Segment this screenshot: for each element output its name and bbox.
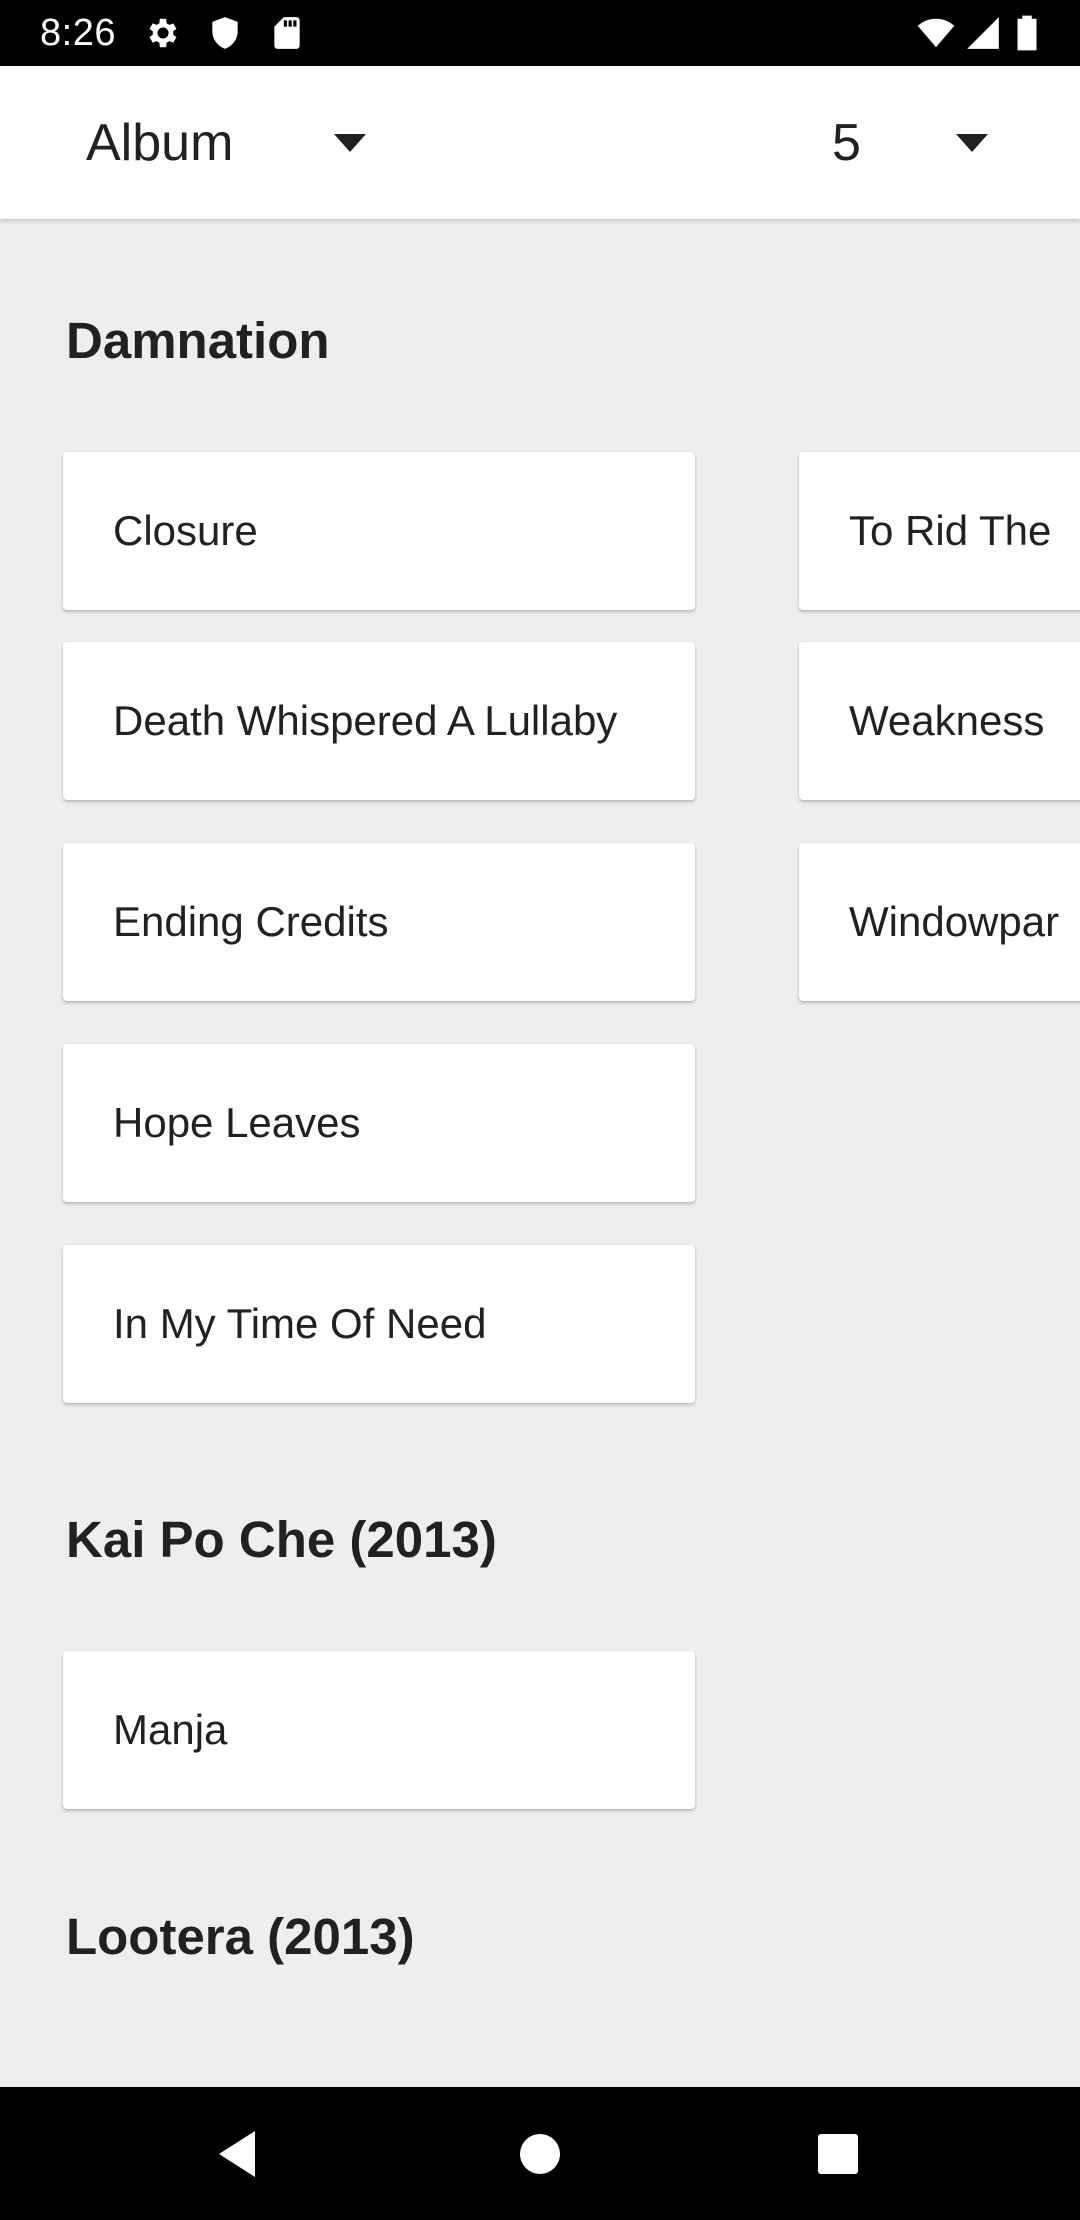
back-icon[interactable] <box>205 2119 275 2189</box>
track-title: To Rid The <box>849 507 1052 554</box>
track-card[interactable]: In My Time Of Need <box>63 1245 695 1403</box>
track-title: Hope Leaves <box>113 1099 361 1146</box>
battery-icon <box>1012 14 1042 52</box>
toolbar: Album 5 <box>0 66 1080 219</box>
track-card[interactable]: Hope Leaves <box>63 1044 695 1202</box>
count-dropdown[interactable]: 5 <box>832 66 1012 219</box>
gear-icon <box>144 14 182 52</box>
track-card[interactable]: Manja <box>63 1651 695 1809</box>
track-title: Ending Credits <box>113 898 389 945</box>
signal-icon <box>964 14 1002 52</box>
status-time: 8:26 <box>40 12 116 54</box>
section-title: Lootera (2013) <box>66 1908 415 1965</box>
shield-icon <box>206 14 244 52</box>
track-title: Manja <box>113 1706 228 1753</box>
group-by-selected: Album <box>86 113 234 172</box>
count-selected: 5 <box>832 113 861 172</box>
sd-card-icon <box>268 14 306 52</box>
track-card[interactable]: Closure <box>63 452 695 610</box>
track-card[interactable]: To Rid The <box>799 452 1080 610</box>
chevron-down-icon <box>956 134 988 152</box>
home-icon[interactable] <box>505 2119 575 2189</box>
track-title: Closure <box>113 507 258 554</box>
wifi-icon <box>914 14 958 52</box>
track-card[interactable]: Ending Credits <box>63 843 695 1001</box>
track-title: Death Whispered A Lullaby <box>113 697 618 744</box>
track-title: Windowpar <box>849 898 1060 945</box>
track-card[interactable]: Death Whispered A Lullaby <box>63 642 695 800</box>
section-title: Damnation <box>66 312 330 369</box>
track-title: In My Time Of Need <box>113 1300 487 1347</box>
chevron-down-icon <box>334 134 366 152</box>
group-by-dropdown[interactable]: Album <box>86 66 386 219</box>
navigation-bar <box>0 2087 1080 2220</box>
track-card[interactable]: Weakness <box>799 642 1080 800</box>
status-bar: 8:26 <box>0 0 1080 66</box>
track-card[interactable]: Windowpar <box>799 843 1080 1001</box>
album-list[interactable]: Damnation Closure Death Whispered A Lull… <box>0 219 1080 2087</box>
recents-icon[interactable] <box>803 2119 873 2189</box>
section-title: Kai Po Che (2013) <box>66 1511 497 1568</box>
track-title: Weakness <box>849 697 1045 744</box>
